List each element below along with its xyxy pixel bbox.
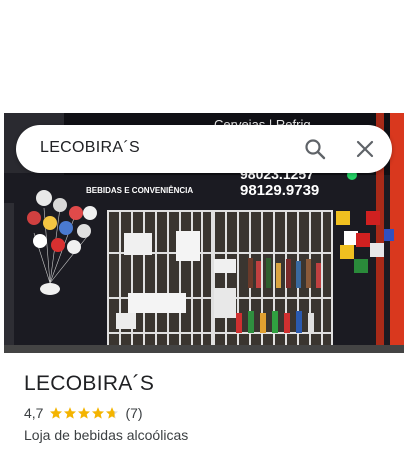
star-icon: [64, 407, 77, 419]
star-icon: [50, 407, 63, 419]
review-count: (7): [125, 405, 143, 421]
place-name: LECOBIRA´S: [24, 372, 155, 395]
sign-sub-text: BEBIDAS E CONVENIÊNCIA: [86, 186, 193, 195]
star-rating: [49, 406, 119, 420]
rating-row[interactable]: 4,7 (7): [24, 404, 143, 422]
star-half-icon: [106, 407, 119, 419]
close-icon[interactable]: [353, 137, 377, 161]
search-bar[interactable]: LECOBIRA´S: [16, 125, 392, 173]
search-icon[interactable]: [303, 137, 327, 161]
search-input[interactable]: LECOBIRA´S: [40, 139, 140, 157]
star-icon: [92, 407, 105, 419]
rating-value: 4,7: [24, 405, 44, 421]
star-icon: [78, 407, 91, 419]
place-category: Loja de bebidas alcoólicas: [24, 427, 189, 443]
phone-number-2: 98129.9739: [240, 182, 319, 199]
